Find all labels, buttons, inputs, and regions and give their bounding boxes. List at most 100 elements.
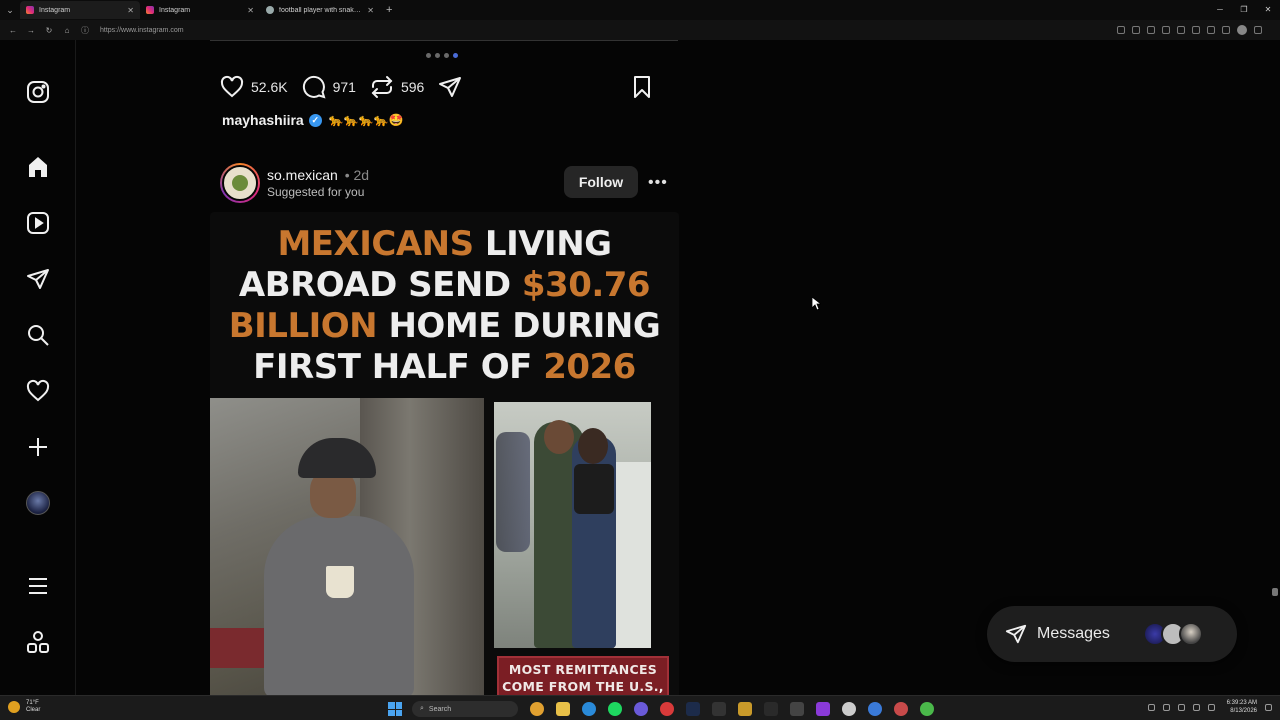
file-explorer-icon[interactable]	[556, 702, 570, 716]
opera-icon[interactable]	[660, 702, 674, 716]
windows-taskbar: 71°F Clear ⌕ Search 6:39:23 AM 8/13/2026	[0, 695, 1280, 720]
apps-icon[interactable]	[1117, 26, 1125, 34]
comment-button[interactable]: 971	[302, 75, 356, 99]
tab-title: Instagram	[159, 6, 191, 14]
restore-icon[interactable]: ❐	[1232, 0, 1256, 20]
edge-icon[interactable]	[582, 702, 596, 716]
app-icon[interactable]	[920, 702, 934, 716]
back-icon[interactable]: ←	[4, 26, 22, 35]
minimize-icon[interactable]: ─	[1208, 0, 1232, 20]
follow-button[interactable]: Follow	[564, 166, 638, 198]
visual-studio-icon[interactable]	[816, 702, 830, 716]
repost-count: 596	[400, 79, 425, 95]
messages-button[interactable]: Messages	[987, 606, 1237, 662]
display-icon[interactable]	[1192, 703, 1200, 711]
profile-nav-avatar[interactable]	[24, 489, 52, 517]
seated-man	[250, 438, 430, 695]
headline-word: HOME DURING	[377, 306, 661, 346]
woman-figure	[572, 428, 616, 648]
home-icon[interactable]: ⌂	[58, 26, 76, 35]
messages-label: Messages	[1037, 625, 1110, 642]
home-nav-icon[interactable]	[24, 153, 52, 181]
clock-date: 8/13/2026	[1230, 708, 1257, 714]
app-icon[interactable]	[894, 702, 908, 716]
page-scrollbar[interactable]	[1272, 588, 1278, 596]
photo-couple	[494, 402, 651, 648]
notifications-icon[interactable]	[1265, 703, 1272, 711]
post-author-avatar[interactable]	[220, 163, 260, 203]
clock[interactable]: 6:39:23 AM 8/13/2026	[1227, 699, 1257, 715]
reels-nav-icon[interactable]	[24, 209, 52, 237]
close-tab-icon[interactable]: ✕	[247, 6, 254, 15]
photoshop-icon[interactable]	[686, 702, 700, 716]
tab-instagram-2[interactable]: Instagram ✕	[140, 1, 260, 19]
service-counter	[614, 462, 651, 648]
post-username[interactable]: so.mexican	[267, 167, 338, 183]
app-icon[interactable]	[790, 702, 804, 716]
create-plus-icon[interactable]	[24, 433, 52, 461]
search-nav-icon[interactable]	[24, 321, 52, 349]
man-body	[264, 516, 414, 695]
weather-widget[interactable]: 71°F Clear	[8, 700, 40, 714]
tab-google-search[interactable]: football player with snake in helm ✕	[260, 1, 380, 19]
comment-count: 971	[332, 79, 356, 95]
chrome-icon[interactable]	[530, 702, 544, 716]
taskbar-search[interactable]: ⌕ Search	[412, 701, 518, 717]
app-icon[interactable]	[868, 702, 882, 716]
share-button[interactable]	[438, 75, 462, 99]
also-from-meta-icon[interactable]	[24, 628, 52, 656]
instagram-logo-icon[interactable]	[24, 78, 52, 106]
caption-username[interactable]: mayhashiira	[222, 112, 304, 128]
tab-instagram-1[interactable]: Instagram ✕	[20, 1, 140, 19]
share-icon[interactable]	[1147, 26, 1155, 34]
refresh-page-icon[interactable]	[1177, 26, 1185, 34]
photo-man-eating	[210, 398, 484, 695]
network-icon[interactable]	[1162, 703, 1170, 711]
close-tab-icon[interactable]: ✕	[367, 6, 374, 15]
carousel-indicator	[426, 53, 458, 58]
avatar	[26, 491, 50, 515]
collections-icon[interactable]	[1192, 26, 1200, 34]
search-icon: ⌕	[420, 705, 424, 712]
start-windows-icon[interactable]	[388, 702, 402, 716]
suggested-label: Suggested for you	[267, 185, 365, 199]
tray-overflow-icon[interactable]	[1147, 703, 1155, 711]
settings-more-icon[interactable]	[1254, 26, 1262, 34]
favorite-star-icon[interactable]	[1162, 26, 1170, 34]
save-button[interactable]	[630, 75, 654, 99]
reload-icon[interactable]: ↻	[40, 26, 58, 35]
menu-hamburger-icon[interactable]	[24, 572, 52, 600]
clock-time: 6:39:23 AM	[1226, 700, 1257, 706]
terminal-icon[interactable]	[712, 702, 726, 716]
url-field[interactable]: https://www.instagram.com	[100, 27, 184, 34]
notifications-heart-icon[interactable]	[24, 377, 52, 405]
post-header: so.mexican • 2d Suggested for you Follow…	[220, 162, 680, 204]
profile-avatar-icon[interactable]	[1237, 25, 1247, 35]
repost-button[interactable]: 596	[370, 75, 424, 99]
like-button[interactable]: 52.6K	[220, 75, 288, 99]
headline-word: BILLION	[228, 306, 378, 346]
close-tab-icon[interactable]: ✕	[127, 6, 134, 15]
extensions-icon[interactable]	[1207, 26, 1215, 34]
carousel-dot	[444, 53, 449, 58]
tab-list-button[interactable]: ⌄	[0, 0, 20, 20]
new-tab-button[interactable]: +	[386, 4, 392, 16]
mic-icon[interactable]	[1177, 703, 1185, 711]
post-media[interactable]: MEXICANS LIVING ABROAD SEND $30.76 BILLI…	[210, 212, 679, 695]
volume-icon[interactable]	[1207, 703, 1215, 711]
forward-icon[interactable]: →	[22, 26, 40, 35]
spotify-icon[interactable]	[608, 702, 622, 716]
app-icon[interactable]	[842, 702, 856, 716]
app-icon[interactable]	[738, 702, 752, 716]
more-options-icon[interactable]: •••	[648, 174, 668, 192]
zoom-icon[interactable]	[1132, 26, 1140, 34]
discord-icon[interactable]	[634, 702, 648, 716]
site-info-icon[interactable]: ⓘ	[76, 25, 94, 36]
logo-emblem-icon	[232, 175, 248, 191]
media-app-icon[interactable]	[764, 702, 778, 716]
caption-text: 🐆🐆🐆🐆🤩	[328, 113, 404, 127]
close-window-icon[interactable]: ✕	[1256, 0, 1280, 20]
woman-top	[574, 464, 614, 514]
favorites-icon[interactable]	[1222, 26, 1230, 34]
direct-nav-icon[interactable]	[24, 265, 52, 293]
